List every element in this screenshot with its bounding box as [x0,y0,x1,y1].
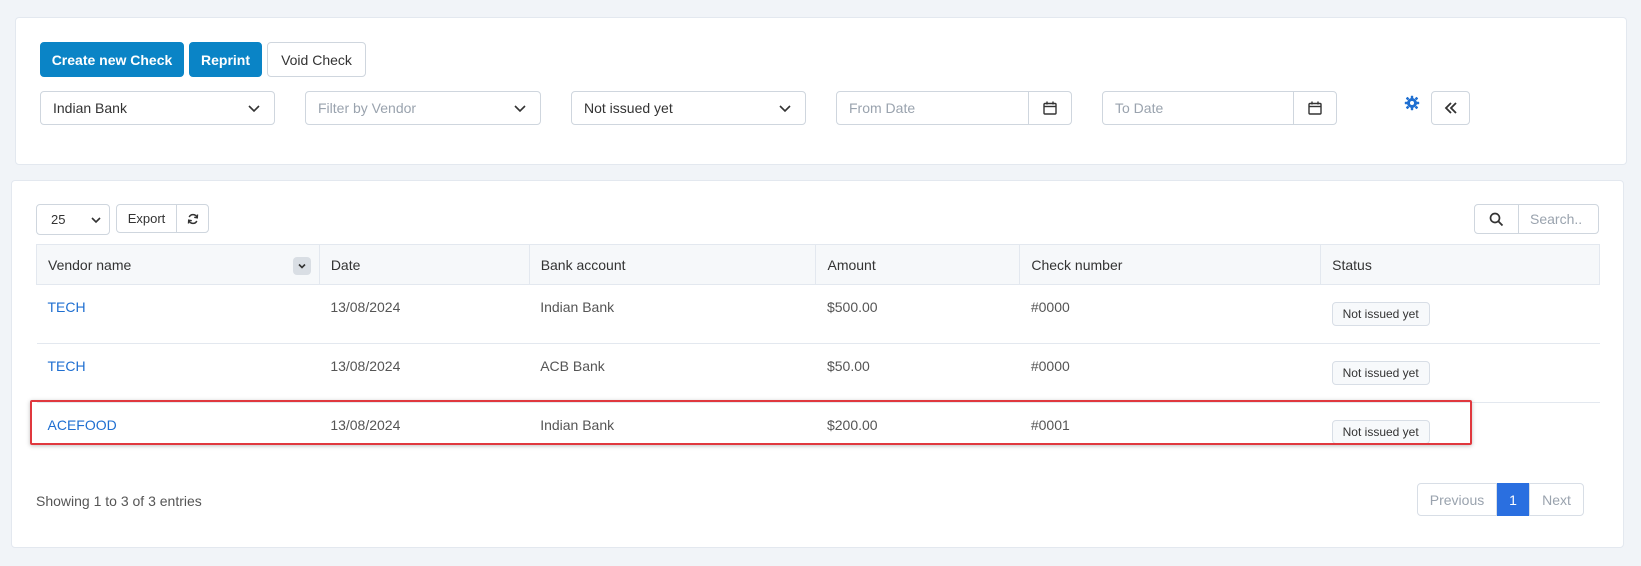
search-input[interactable]: Search.. [1518,204,1599,234]
table-header-row: Vendor name Date Bank account Amount Che… [36,244,1600,285]
column-header-label: Date [330,256,361,273]
to-date-picker: To Date [1102,91,1337,125]
status-select-value: Not issued yet [584,100,673,116]
chevron-down-icon [91,217,101,224]
column-header-check-number[interactable]: Check number [1019,244,1322,285]
status-cell: Not issued yet [1321,403,1600,462]
checks-table: Vendor name Date Bank account Amount Che… [36,244,1600,462]
chevron-down-icon [779,105,791,113]
date-cell: 13/08/2024 [330,299,401,315]
bank-select-value: Indian Bank [53,100,127,116]
amount-cell: $500.00 [826,299,878,315]
search-button[interactable] [1474,204,1519,234]
column-header-bank-account[interactable]: Bank account [528,244,817,285]
check-number-cell: #0000 [1030,299,1070,315]
calendar-icon[interactable] [1294,92,1336,124]
status-cell: Not issued yet [1321,285,1600,344]
gear-icon[interactable] [1404,95,1420,111]
vendor-filter-placeholder: Filter by Vendor [318,100,417,116]
vendor-link[interactable]: TECH [37,344,320,403]
table-row[interactable]: TECH 13/08/2024 Indian Bank $500.00 #000… [36,285,1600,344]
to-date-input[interactable]: To Date [1103,92,1294,124]
check-number-cell: #0000 [1030,358,1070,374]
export-button[interactable]: Export [116,204,177,233]
bank-account-cell: Indian Bank [540,417,615,433]
page-1-button[interactable]: 1 [1497,483,1529,516]
refresh-icon [187,213,198,224]
status-badge: Not issued yet [1331,420,1430,444]
date-cell: 13/08/2024 [330,358,401,374]
date-cell: 13/08/2024 [330,417,401,433]
collapse-filters-button[interactable] [1431,91,1470,125]
sort-dropdown-icon[interactable] [292,257,311,275]
status-select[interactable]: Not issued yet [571,91,806,125]
from-date-picker: From Date [836,91,1072,125]
column-header-vendor-name[interactable]: Vendor name [36,244,320,285]
column-header-status[interactable]: Status [1320,244,1600,285]
column-header-label: Vendor name [48,256,132,273]
reprint-button[interactable]: Reprint [189,42,262,77]
next-page-button[interactable]: Next [1529,483,1584,516]
create-new-check-button[interactable]: Create new Check [40,42,184,77]
refresh-button[interactable] [176,204,209,233]
bank-account-cell: ACB Bank [540,358,605,374]
status-badge: Not issued yet [1331,302,1430,326]
chevron-down-icon [248,105,260,113]
vendor-link[interactable]: ACEFOOD [37,403,320,462]
amount-cell: $200.00 [826,417,878,433]
column-header-label: Amount [827,256,876,273]
page-length-value: 25 [51,212,66,227]
page-length-select[interactable]: 25 [36,204,110,235]
void-check-button[interactable]: Void Check [267,42,366,77]
check-number-cell: #0001 [1030,417,1070,433]
bank-select[interactable]: Indian Bank [40,91,275,125]
status-cell: Not issued yet [1321,344,1600,403]
column-header-label: Status [1332,256,1372,273]
table-row[interactable]: ACEFOOD 13/08/2024 Indian Bank $200.00 #… [37,403,1600,462]
pagination: Previous 1 Next [1417,483,1584,516]
previous-page-button[interactable]: Previous [1417,483,1497,516]
calendar-icon[interactable] [1029,92,1071,124]
double-chevron-left-icon [1444,102,1457,114]
column-header-label: Bank account [540,256,626,273]
vendor-filter-select[interactable]: Filter by Vendor [305,91,541,125]
from-date-input[interactable]: From Date [837,92,1029,124]
column-header-date[interactable]: Date [318,244,530,285]
bank-account-cell: Indian Bank [540,299,615,315]
column-header-label: Check number [1031,256,1123,273]
column-header-amount[interactable]: Amount [815,244,1021,285]
status-badge: Not issued yet [1331,361,1430,385]
table-info: Showing 1 to 3 of 3 entries [36,493,202,509]
search-icon [1489,212,1504,226]
amount-cell: $50.00 [826,358,870,374]
table-row[interactable]: TECH 13/08/2024 ACB Bank $50.00 #0000 No… [36,344,1600,403]
vendor-link[interactable]: TECH [37,285,320,344]
chevron-down-icon [514,105,526,113]
